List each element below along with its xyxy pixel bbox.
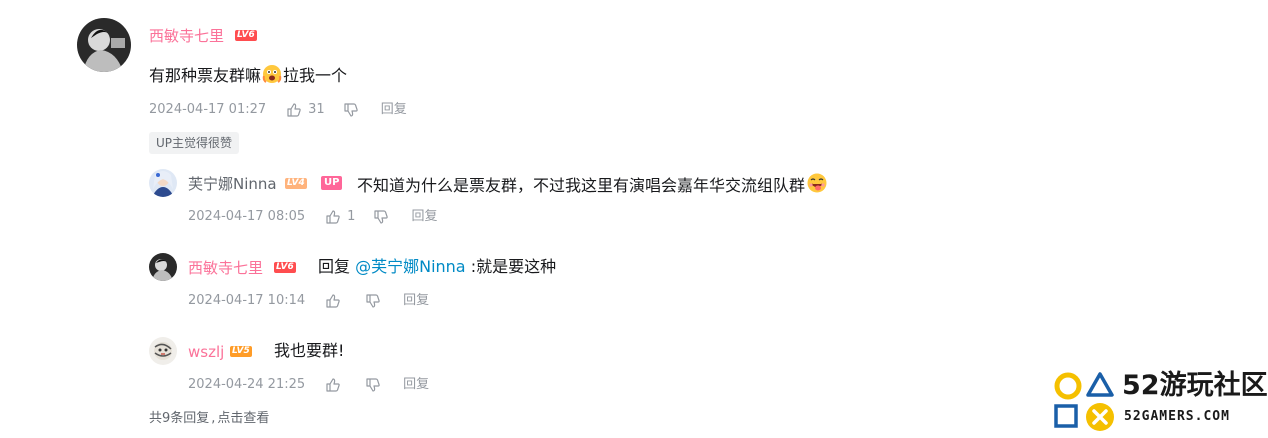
reply-1-username[interactable]: 芙宁娜Ninna bbox=[188, 174, 277, 194]
reply-button[interactable]: 回复 bbox=[381, 101, 407, 119]
main-comment-time: 2024-04-17 01:27 bbox=[149, 102, 267, 117]
reply-1-text: 不知道为什么是票友群，不过我这里有演唱会嘉年华交流组队群 bbox=[357, 172, 829, 200]
reply-2-dislike-button[interactable] bbox=[365, 293, 381, 309]
view-more-replies[interactable]: 共9条回复, 点击查看 bbox=[149, 410, 269, 428]
main-level-badge: LV6 bbox=[235, 30, 257, 41]
main-comment-meta: 2024-04-17 01:27 31 回复 bbox=[149, 101, 407, 119]
reply-3-like-button[interactable] bbox=[325, 377, 347, 393]
scared-emoji-icon bbox=[262, 64, 282, 90]
main-comment-text: 有那种票友群嘛 拉我一个 bbox=[149, 64, 347, 90]
reply-2-like-button[interactable] bbox=[325, 293, 347, 309]
up-liked-tag: UP主觉得很赞 bbox=[149, 132, 240, 154]
reply-2-text: 回复 @芙宁娜Ninna :就是要这种 bbox=[318, 256, 556, 278]
reply-1-text-body: 不知道为什么是票友群，不过我这里有演唱会嘉年华交流组队群 bbox=[357, 176, 806, 195]
reply-1-level-badge: LV4 bbox=[285, 178, 307, 189]
reply-2-level-badge: LV6 bbox=[274, 262, 296, 273]
reply-1-up-badge: UP bbox=[321, 176, 343, 190]
thumbs-up-icon bbox=[326, 210, 340, 224]
main-comment-text-before: 有那种票友群嘛 bbox=[149, 66, 262, 85]
like-count: 31 bbox=[308, 102, 325, 117]
avatar-main-user[interactable] bbox=[77, 18, 131, 72]
reply-3-dislike-button[interactable] bbox=[365, 377, 381, 393]
reply-count-text: 共9条回复 bbox=[149, 411, 210, 426]
click-to-view-link[interactable]: 点击查看 bbox=[217, 411, 269, 426]
reply-3-meta: 2024-04-24 21:25 回复 bbox=[188, 376, 429, 394]
thumbs-down-icon bbox=[374, 210, 389, 224]
reply-3-text: 我也要群! bbox=[274, 341, 345, 360]
reply-2-prefix: 回复 bbox=[318, 257, 356, 276]
reply-2-meta: 2024-04-17 10:14 回复 bbox=[188, 292, 429, 310]
reply-3-level-badge: LV5 bbox=[230, 346, 252, 357]
reply-2-reply-button[interactable]: 回复 bbox=[403, 292, 429, 310]
reply-1-reply-button[interactable]: 回复 bbox=[411, 208, 437, 226]
thumbs-up-icon bbox=[287, 103, 301, 117]
dislike-button[interactable] bbox=[343, 102, 359, 118]
reply-3-username[interactable]: wszlj bbox=[188, 342, 224, 362]
reply-1-like-count: 1 bbox=[347, 209, 356, 224]
avatar-reply-3[interactable] bbox=[149, 337, 177, 365]
avatar-reply-2[interactable] bbox=[149, 253, 177, 281]
reply-3-time: 2024-04-24 21:25 bbox=[188, 377, 306, 392]
more-separator: , bbox=[211, 411, 216, 426]
reply-1-time: 2024-04-17 08:05 bbox=[188, 209, 306, 224]
watermark-title: 52游玩社区 bbox=[1122, 370, 1268, 401]
tongue-emoji-icon bbox=[806, 172, 828, 200]
thumbs-up-icon bbox=[326, 294, 340, 308]
reply-3-reply-button[interactable]: 回复 bbox=[403, 376, 429, 394]
main-username[interactable]: 西敏寺七里 bbox=[149, 26, 224, 46]
thumbs-up-icon bbox=[326, 378, 340, 392]
like-button[interactable]: 31 bbox=[286, 101, 325, 119]
reply-2-username[interactable]: 西敏寺七里 bbox=[188, 258, 263, 278]
reply-1-meta: 2024-04-17 08:05 1 回复 bbox=[188, 208, 437, 226]
reply-1-dislike-button[interactable] bbox=[373, 209, 389, 225]
reply-2-mention-link[interactable]: @芙宁娜Ninna bbox=[355, 257, 466, 276]
avatar-reply-1[interactable] bbox=[149, 169, 177, 197]
reply-1-like-button[interactable]: 1 bbox=[325, 208, 355, 226]
reply-2-time: 2024-04-17 10:14 bbox=[188, 293, 306, 308]
thumbs-down-icon bbox=[366, 378, 380, 392]
thumbs-down-icon bbox=[366, 294, 380, 308]
main-comment-text-after: 拉我一个 bbox=[283, 66, 348, 85]
reply-2-text-body: :就是要这种 bbox=[465, 257, 557, 276]
thumbs-down-icon bbox=[344, 103, 358, 117]
watermark-subtitle: 52GAMERS.COM bbox=[1124, 409, 1230, 424]
